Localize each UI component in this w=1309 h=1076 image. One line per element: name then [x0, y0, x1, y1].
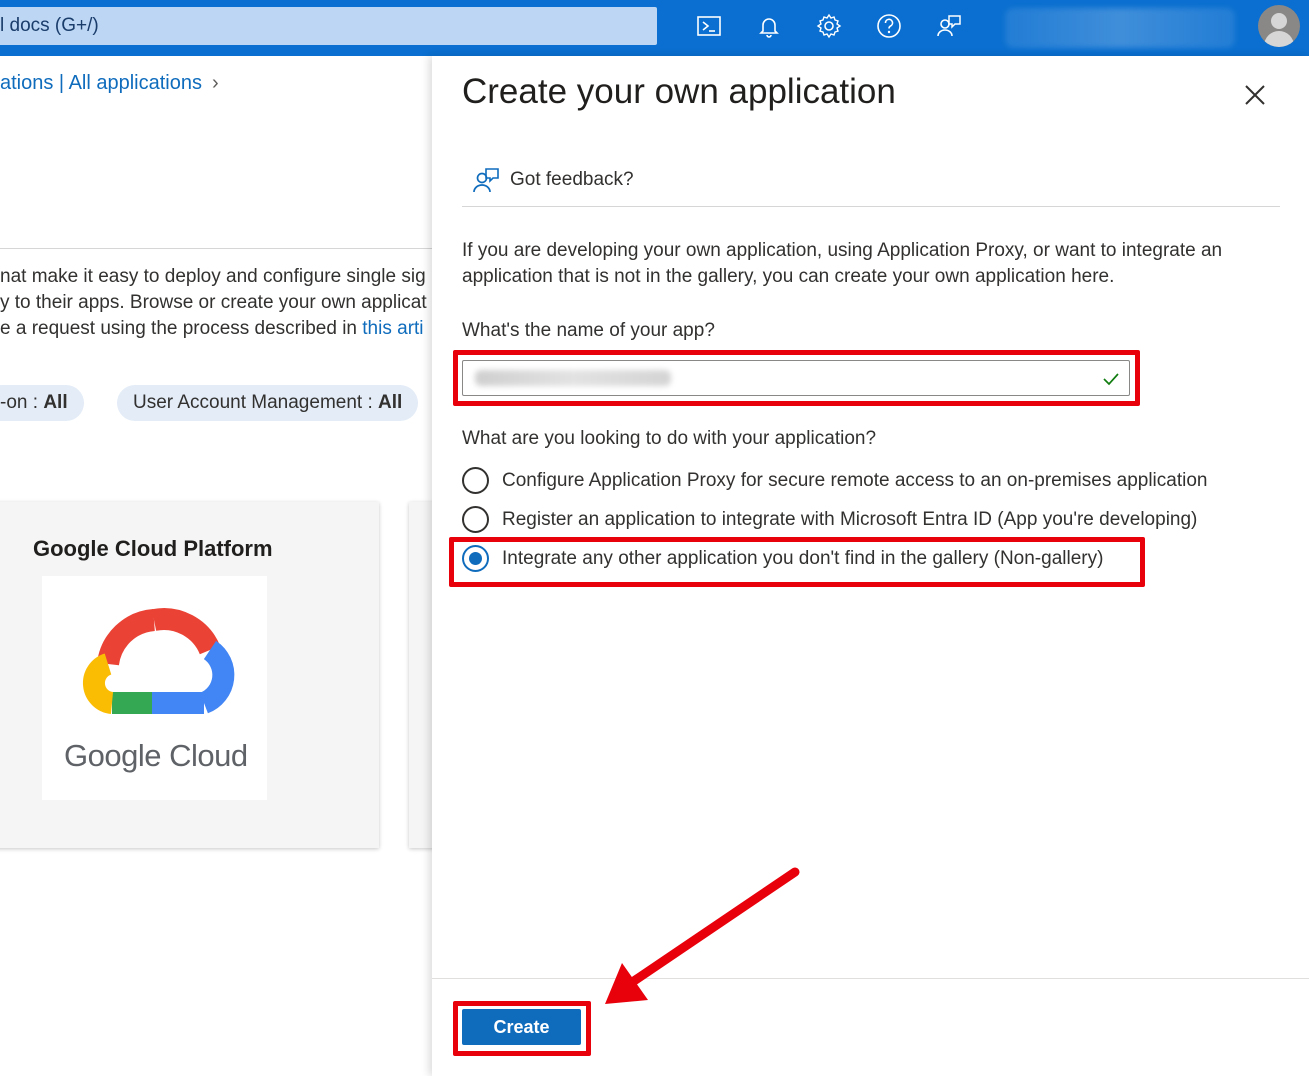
- create-application-panel: Create your own application Got feedback…: [432, 56, 1309, 1076]
- filter-label: -on :: [0, 392, 44, 413]
- enterprise-apps-gallery-page: ations | All applications › nat make it e…: [0, 56, 432, 1076]
- app-name-input[interactable]: [462, 360, 1130, 396]
- footer-divider: [432, 978, 1309, 979]
- option-label: Configure Application Proxy for secure r…: [502, 469, 1208, 491]
- section-divider: [0, 248, 432, 249]
- gallery-description: nat make it easy to deploy and configure…: [0, 264, 432, 342]
- gallery-card-google-cloud[interactable]: Google Cloud Platform Google Cloud: [0, 502, 379, 848]
- app-name-value-redacted: [475, 370, 671, 386]
- feedback-person-icon[interactable]: [935, 10, 963, 42]
- card-title: Google Cloud Platform: [33, 536, 273, 561]
- description-line: e a request using the process described …: [0, 318, 363, 339]
- option-non-gallery[interactable]: Integrate any other application you don'…: [462, 545, 1103, 572]
- app-purpose-label: What are you looking to do with your app…: [462, 428, 877, 449]
- app-name-label: What's the name of your app?: [462, 320, 715, 341]
- radio-button[interactable]: [462, 506, 489, 533]
- feedback-label: Got feedback?: [510, 169, 634, 190]
- filter-value: All: [43, 392, 68, 413]
- filter-label: User Account Management :: [133, 392, 379, 413]
- feedback-button[interactable]: Got feedback?: [472, 164, 634, 196]
- description-line: y to their apps. Browse or create your o…: [0, 292, 427, 313]
- gallery-card-partial[interactable]: [409, 502, 432, 848]
- breadcrumb[interactable]: ations | All applications ›: [0, 72, 219, 95]
- option-label: Integrate any other application you don'…: [502, 547, 1104, 569]
- filter-pill-user-account-management[interactable]: User Account Management : All: [117, 385, 419, 421]
- article-link[interactable]: this arti: [362, 318, 423, 339]
- description-line: nat make it easy to deploy and configure…: [0, 266, 426, 287]
- settings-gear-icon[interactable]: [815, 10, 843, 42]
- filter-value: All: [378, 392, 403, 413]
- help-question-icon[interactable]: [875, 10, 903, 42]
- radio-button[interactable]: [462, 467, 489, 494]
- notifications-bell-icon[interactable]: [755, 10, 783, 42]
- panel-title: Create your own application: [462, 72, 896, 111]
- feedback-person-icon: [473, 168, 499, 193]
- valid-check-icon: [1103, 373, 1119, 386]
- search-input[interactable]: l docs (G+/): [0, 7, 657, 45]
- panel-divider: [462, 206, 1280, 207]
- breadcrumb-link[interactable]: ations | All applications: [0, 72, 202, 94]
- create-button[interactable]: Create: [462, 1009, 581, 1045]
- radio-button-selected[interactable]: [462, 545, 489, 572]
- google-cloud-logo: Google Cloud: [42, 576, 267, 800]
- close-icon: [1245, 85, 1265, 105]
- option-label: Register an application to integrate wit…: [502, 508, 1198, 530]
- intro-text: If you are developing your own applicati…: [462, 240, 1223, 287]
- logo-wordmark: Google Cloud: [64, 738, 248, 773]
- cloud-shell-icon[interactable]: [695, 10, 723, 42]
- search-input-text: l docs (G+/): [0, 15, 99, 36]
- option-application-proxy[interactable]: Configure Application Proxy for secure r…: [462, 467, 1207, 494]
- top-navigation-bar: l docs (G+/): [0, 0, 1309, 56]
- user-avatar[interactable]: [1258, 5, 1300, 47]
- account-info-redacted[interactable]: [1005, 8, 1235, 48]
- chevron-right-icon: ›: [211, 72, 219, 94]
- option-register-entra[interactable]: Register an application to integrate wit…: [462, 506, 1197, 533]
- filter-pill-single-sign-on[interactable]: -on : All: [0, 385, 84, 421]
- close-button[interactable]: [1240, 80, 1270, 110]
